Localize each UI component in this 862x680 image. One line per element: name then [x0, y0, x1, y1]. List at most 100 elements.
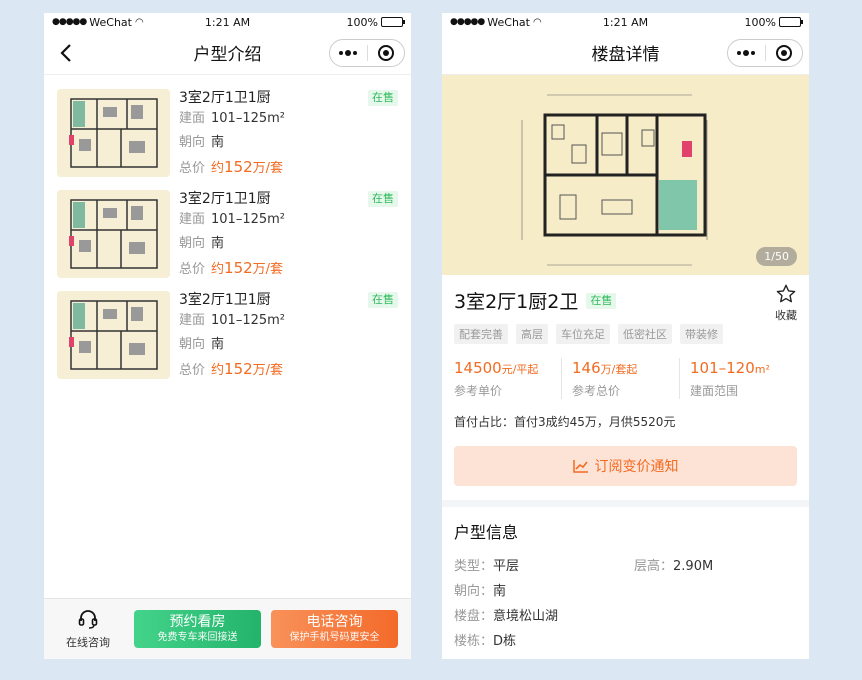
stat-area-range: 101–120m² 建面范围	[679, 358, 797, 399]
layout-title: 3室2厅1厨2卫	[454, 291, 579, 313]
type-key: 类型：	[454, 559, 494, 574]
orient-value: 南	[493, 584, 507, 599]
back-button[interactable]	[54, 41, 78, 65]
battery-icon	[381, 17, 405, 27]
phone-consult-label: 电话咨询	[306, 614, 363, 630]
mini-program-capsule	[329, 39, 405, 67]
target-icon	[377, 45, 394, 61]
nav-bar: 楼盘详情	[442, 31, 809, 75]
price-label: 总价	[179, 262, 206, 277]
orient-label: 朝向	[179, 236, 206, 251]
item-title: 3室2厅1卫1厨	[179, 191, 271, 207]
star-icon	[776, 284, 796, 303]
more-dots-icon	[737, 49, 756, 56]
area-label: 建面	[179, 212, 206, 227]
stat-unit-price: 14500元/平起 参考单价	[454, 359, 539, 398]
price-value: 约152万/套	[211, 259, 284, 277]
floorplan-image	[442, 75, 809, 275]
nav-bar: 户型介绍	[44, 31, 411, 75]
status-badge: 在售	[368, 191, 398, 207]
tag: 低密社区	[618, 324, 672, 344]
phone-consult-sub: 保护手机号码更安全	[289, 632, 380, 643]
wifi-icon: ◠	[532, 16, 542, 28]
online-consult-button[interactable]: 在线咨询	[62, 608, 114, 650]
more-button[interactable]	[728, 40, 765, 66]
area-value: 101–125m²	[211, 111, 286, 126]
stat-total-price: 146万/套起 参考总价	[561, 358, 679, 399]
signal-icon: ●●●●●	[450, 17, 485, 27]
carrier-label: WeChat	[487, 15, 530, 29]
phone-left: ●●●●● WeChat ◠ 1:21 AM 100% 户型介绍 3室2厅1卫1…	[44, 13, 411, 659]
status-badge: 在售	[586, 292, 617, 309]
status-bar: ●●●●● WeChat ◠ 1:21 AM 100%	[442, 13, 809, 31]
orient-label: 朝向	[179, 337, 206, 352]
orient-value: 南	[211, 236, 225, 251]
close-mini-program-button[interactable]	[368, 40, 405, 66]
close-mini-program-button[interactable]	[766, 40, 803, 66]
price-label: 总价	[179, 363, 206, 378]
page-title: 楼盘详情	[591, 45, 660, 65]
floorplan-thumbnail	[57, 190, 170, 278]
target-icon	[775, 45, 792, 61]
floorplan-list: 3室2厅1卫1厨 在售 建面 101–125m² 朝向南 总价 约152万/套 3室…	[44, 75, 411, 392]
estate-value: 意境松山湖	[493, 609, 559, 624]
battery-icon	[779, 17, 803, 27]
book-visit-sub: 免费专车来回接送	[157, 632, 238, 643]
status-bar: ●●●●● WeChat ◠ 1:21 AM 100%	[44, 13, 411, 31]
battery-label: 100%	[346, 15, 378, 29]
more-dots-icon	[339, 49, 358, 56]
mini-program-capsule	[727, 39, 803, 67]
subscribe-label: 订阅变价通知	[594, 459, 679, 475]
more-button[interactable]	[330, 40, 367, 66]
status-badge: 在售	[368, 292, 398, 308]
book-visit-label: 预约看房	[169, 614, 226, 630]
book-visit-button[interactable]: 预约看房 免费专车来回接送	[134, 610, 261, 648]
favorite-label: 收藏	[775, 309, 797, 322]
phone-consult-button[interactable]: 电话咨询 保护手机号码更安全	[271, 610, 398, 648]
battery-label: 100%	[744, 15, 776, 29]
layout-info-section: 户型信息 类型：平层 层高：2.90M 朝向：南 楼盘：意境松山湖 楼栋：D栋	[442, 507, 809, 659]
down-payment-info: 首付占比：首付3成约45万，月供5520元	[454, 415, 676, 429]
tag: 配套完善	[454, 324, 508, 344]
height-value: 2.90M	[673, 559, 714, 574]
tag: 高层	[516, 324, 548, 344]
price-value: 约152万/套	[211, 360, 284, 378]
orient-label: 朝向	[179, 135, 206, 150]
favorite-button[interactable]: 收藏	[775, 283, 797, 323]
orient-value: 南	[211, 135, 225, 150]
item-title: 3室2厅1卫1厨	[179, 90, 271, 106]
building-key: 楼栋：	[454, 634, 494, 649]
list-item[interactable]: 3室2厅1卫1厨 在售 建面 101–125m² 朝向南 总价 约152万/套	[57, 89, 398, 190]
wifi-icon: ◠	[134, 16, 144, 28]
subscribe-price-button[interactable]: 订阅变价通知	[454, 446, 797, 486]
chevron-left-icon	[60, 44, 71, 62]
item-title: 3室2厅1卫1厨	[179, 292, 271, 308]
orient-value: 南	[211, 337, 225, 352]
tag: 带装修	[680, 324, 723, 344]
list-item[interactable]: 3室2厅1卫1厨 在售 建面 101–125m² 朝向南 总价 约152万/套	[57, 291, 398, 392]
list-item[interactable]: 3室2厅1卫1厨 在售 建面 101–125m² 朝向南 总价 约152万/套	[57, 190, 398, 291]
headset-icon	[78, 610, 98, 629]
page-title: 户型介绍	[193, 45, 262, 65]
floorplan-thumbnail	[57, 89, 170, 177]
area-value: 101–125m²	[211, 313, 286, 328]
tag-list: 配套完善 高层 车位充足 低密社区 带装修	[454, 324, 797, 344]
carrier-label: WeChat	[89, 15, 132, 29]
price-label: 总价	[179, 161, 206, 176]
floorplan-gallery[interactable]: 1/50	[442, 75, 809, 275]
estate-key: 楼盘：	[454, 609, 494, 624]
price-stats: 14500元/平起 参考单价 146万/套起 参考总价 101–120m² 建面…	[454, 358, 797, 399]
floorplan-thumbnail	[57, 291, 170, 379]
status-badge: 在售	[368, 90, 398, 106]
bottom-action-bar: 在线咨询 预约看房 免费专车来回接送 电话咨询 保护手机号码更安全	[44, 598, 411, 659]
type-value: 平层	[493, 559, 520, 574]
tag: 车位充足	[556, 324, 610, 344]
price-value: 约152万/套	[211, 158, 284, 176]
building-value: D栋	[493, 634, 517, 649]
orient-key: 朝向：	[454, 584, 494, 599]
area-label: 建面	[179, 111, 206, 126]
detail-card: 3室2厅1厨2卫 在售 收藏 配套完善 高层 车位充足 低密社区 带装修 145…	[442, 275, 809, 500]
trend-chart-icon	[572, 460, 588, 473]
area-value: 101–125m²	[211, 212, 286, 227]
area-label: 建面	[179, 313, 206, 328]
